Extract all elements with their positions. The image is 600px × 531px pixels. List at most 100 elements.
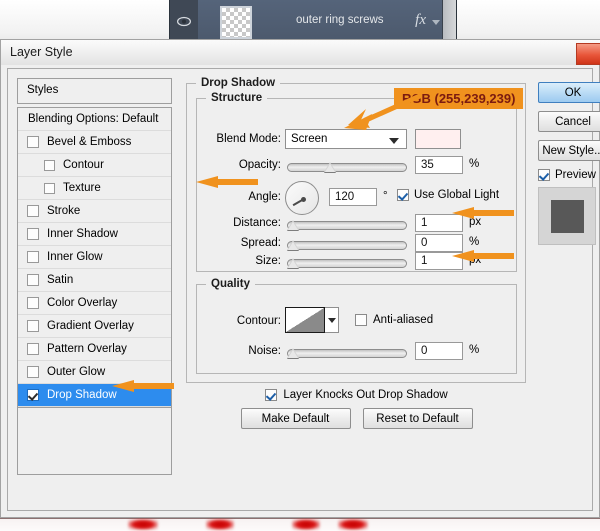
styles-item[interactable]: Gradient Overlay [18, 315, 171, 338]
opacity-slider-thumb[interactable] [324, 162, 336, 172]
preview-label: Preview [555, 169, 596, 181]
reset-to-default-button[interactable]: Reset to Default [363, 408, 473, 429]
angle-dial[interactable] [285, 181, 319, 215]
styles-header-label: Styles [27, 84, 58, 96]
size-label: Size: [197, 255, 281, 267]
dialog-title-bar[interactable]: Layer Style [1, 40, 600, 65]
styles-item[interactable]: Drop Shadow [18, 384, 171, 407]
styles-item[interactable]: Inner Glow [18, 246, 171, 269]
styles-item-checkbox[interactable] [44, 160, 55, 171]
fx-expand-caret-icon[interactable] [432, 20, 440, 25]
contour-preview-swatch[interactable] [285, 307, 325, 333]
distance-input[interactable]: 1 [415, 214, 463, 232]
layer-knocks-out-row[interactable]: Layer Knocks Out Drop Shadow [196, 386, 517, 404]
noise-slider-thumb[interactable] [287, 348, 299, 358]
styles-item[interactable]: Contour [18, 154, 171, 177]
styles-header[interactable]: Styles [17, 78, 172, 104]
make-default-button[interactable]: Make Default [241, 408, 351, 429]
use-global-light-row[interactable]: Use Global Light [397, 189, 499, 201]
angle-input[interactable]: 120 [329, 188, 377, 206]
anti-aliased-checkbox[interactable] [355, 314, 367, 326]
opacity-label: Opacity: [197, 159, 281, 171]
styles-item[interactable]: Texture [18, 177, 171, 200]
cancel-button[interactable]: Cancel [538, 111, 600, 132]
blending-options-label: Blending Options: Default [28, 113, 158, 125]
styles-item[interactable]: Inner Shadow [18, 223, 171, 246]
styles-item-checkbox[interactable] [27, 251, 39, 263]
styles-item-label: Stroke [47, 205, 80, 217]
contour-dropdown-button[interactable] [325, 307, 339, 333]
styles-item-checkbox[interactable] [27, 205, 39, 217]
styles-item[interactable]: Color Overlay [18, 292, 171, 315]
styles-item-checkbox[interactable] [27, 320, 39, 332]
styles-item-label: Gradient Overlay [47, 320, 134, 332]
styles-item-label: Inner Glow [47, 251, 103, 263]
fx-icon[interactable]: fx [415, 12, 426, 29]
styles-item-checkbox[interactable] [27, 389, 39, 401]
spread-input[interactable]: 0 [415, 234, 463, 252]
styles-effect-items: Bevel & Emboss ContourTexture Stroke Inner … [18, 131, 171, 407]
styles-item-checkbox[interactable] [27, 274, 39, 286]
blend-mode-label: Blend Mode: [197, 133, 281, 145]
layer-knocks-out-checkbox[interactable] [265, 389, 277, 401]
styles-item[interactable]: Pattern Overlay [18, 338, 171, 361]
distance-slider[interactable] [287, 221, 407, 230]
spread-slider[interactable] [287, 241, 407, 250]
use-global-light-label: Use Global Light [414, 189, 499, 201]
size-unit: px [469, 254, 481, 266]
styles-item-checkbox[interactable] [27, 136, 39, 148]
quality-legend: Quality [206, 278, 255, 290]
use-global-light-checkbox[interactable] [397, 189, 409, 201]
preview-checkbox[interactable] [538, 169, 550, 181]
styles-item-checkbox[interactable] [27, 366, 39, 378]
styles-list[interactable]: Blending Options: Default Bevel & Emboss… [17, 107, 172, 408]
structure-legend: Structure [206, 92, 267, 104]
styles-item-label: Satin [47, 274, 73, 286]
anti-aliased-label: Anti-aliased [373, 314, 433, 326]
background-artwork-blob [128, 519, 158, 530]
contour-curve-graphic [286, 308, 324, 332]
styles-item[interactable]: Satin [18, 269, 171, 292]
distance-slider-thumb[interactable] [287, 220, 299, 230]
styles-item-checkbox[interactable] [27, 297, 39, 309]
chevron-down-icon [328, 318, 336, 323]
styles-item-blending-options[interactable]: Blending Options: Default [18, 108, 171, 131]
size-slider-thumb[interactable] [287, 258, 299, 268]
styles-list-empty-area [17, 408, 172, 475]
style-preview-thumbnail [538, 187, 596, 245]
eye-icon[interactable] [177, 16, 191, 27]
styles-item-label: Drop Shadow [47, 389, 117, 401]
noise-input[interactable]: 0 [415, 342, 463, 360]
rgb-annotation-badge: RGB (255,239,239) [394, 88, 523, 109]
layer-name[interactable]: outer ring screws [296, 14, 384, 26]
new-style-button[interactable]: New Style... [538, 140, 600, 161]
size-slider[interactable] [287, 259, 407, 268]
styles-item-label: Bevel & Emboss [47, 136, 131, 148]
shadow-color-swatch[interactable] [415, 129, 461, 149]
styles-item-checkbox[interactable] [44, 183, 55, 194]
styles-item[interactable]: Stroke [18, 200, 171, 223]
styles-column: Styles Blending Options: Default Bevel &… [17, 78, 172, 475]
styles-item[interactable]: Bevel & Emboss [18, 131, 171, 154]
noise-slider[interactable] [287, 349, 407, 358]
anti-aliased-row[interactable]: Anti-aliased [355, 314, 433, 326]
styles-item[interactable]: Outer Glow [18, 361, 171, 384]
layer-knocks-out-label: Layer Knocks Out Drop Shadow [283, 389, 447, 401]
spread-slider-thumb[interactable] [287, 240, 299, 250]
styles-item-checkbox[interactable] [27, 228, 39, 240]
close-button[interactable] [576, 43, 600, 65]
styles-item-checkbox[interactable] [27, 343, 39, 355]
opacity-unit: % [469, 158, 479, 170]
size-input[interactable]: 1 [415, 252, 463, 270]
layer-thumbnail[interactable] [220, 6, 252, 39]
drop-shadow-group-title: Drop Shadow [196, 77, 280, 89]
styles-item-label: Color Overlay [47, 297, 117, 309]
ok-button[interactable]: OK [538, 82, 600, 103]
contour-label: Contour: [197, 315, 281, 327]
blend-mode-dropdown[interactable]: Screen [285, 129, 407, 149]
opacity-input[interactable]: 35 [415, 156, 463, 174]
opacity-slider[interactable] [287, 163, 407, 172]
dialog-actions-column: OK Cancel New Style... Preview [538, 82, 600, 245]
structure-group: Structure Blend Mode: Screen Opacity: 35… [196, 98, 517, 272]
preview-row[interactable]: Preview [538, 169, 600, 181]
